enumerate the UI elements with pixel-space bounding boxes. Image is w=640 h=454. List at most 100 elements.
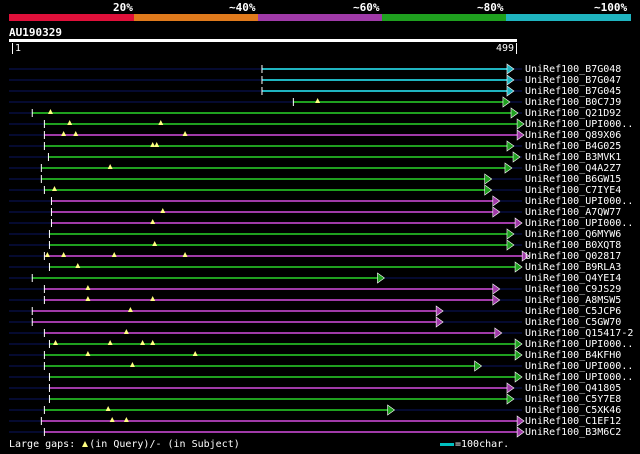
gap-marker — [107, 340, 113, 345]
gap-marker — [107, 164, 113, 169]
gap-marker — [111, 252, 117, 257]
hit-end-arrow — [484, 173, 493, 185]
gap-marker — [127, 307, 133, 312]
gap-legend-suffix: (in Query)/- (in Subject) — [89, 439, 240, 450]
hit-end-arrow — [516, 415, 525, 427]
gap-marker — [150, 296, 156, 301]
hit-end-arrow — [516, 129, 525, 141]
hit-label[interactable]: UniRef100_Q89X06 — [525, 130, 621, 141]
hit-label[interactable]: UniRef100_B9RLA3 — [525, 262, 621, 273]
gap-marker — [140, 340, 146, 345]
gap-marker — [182, 131, 188, 136]
gap-marker — [152, 241, 158, 246]
hit-label[interactable]: UniRef100_UPI000.. — [525, 361, 633, 372]
hit-end-arrow — [492, 294, 501, 306]
hit-label[interactable]: UniRef100_Q4YEI4 — [525, 273, 621, 284]
hit-label[interactable]: UniRef100_UPI000.. — [525, 119, 633, 130]
gap-marker — [150, 142, 156, 147]
hit-label[interactable]: UniRef100_C5GW70 — [525, 317, 621, 328]
gap-marker — [192, 351, 198, 356]
gap-marker — [150, 219, 156, 224]
hit-label[interactable]: UniRef100_B3M6C2 — [525, 427, 621, 438]
hit-label[interactable]: UniRef100_UPI000.. — [525, 372, 633, 383]
gap-marker — [109, 417, 115, 422]
scale-bar-icon — [440, 442, 454, 446]
hit-label[interactable]: UniRef100_C7IYE4 — [525, 185, 621, 196]
hit-end-arrow — [435, 316, 444, 328]
gap-marker — [85, 351, 91, 356]
hit-label[interactable]: UniRef100_A7QW77 — [525, 207, 621, 218]
hit-end-arrow — [387, 404, 396, 416]
hit-end-arrow — [514, 261, 523, 273]
hit-label[interactable]: UniRef100_C5JCP6 — [525, 306, 621, 317]
hit-label[interactable]: UniRef100_C1EF12 — [525, 416, 621, 427]
hit-end-arrow — [504, 162, 513, 174]
gap-marker — [85, 296, 91, 301]
gap-marker — [158, 120, 164, 125]
hit-label[interactable]: UniRef100_B4G025 — [525, 141, 621, 152]
hit-end-arrow — [512, 151, 521, 163]
gap-marker — [129, 362, 135, 367]
gap-marker — [67, 120, 73, 125]
hit-end-arrow — [474, 360, 483, 372]
hit-end-arrow — [484, 184, 493, 196]
gap-triangle-icon — [82, 441, 89, 447]
hit-end-arrow — [506, 74, 515, 86]
scale-label: =100char. — [455, 439, 510, 450]
gap-marker — [123, 329, 129, 334]
hit-end-arrow — [506, 393, 515, 405]
hit-label[interactable]: UniRef100_B0C7J9 — [525, 97, 621, 108]
hit-end-arrow — [514, 371, 523, 383]
hit-end-arrow — [506, 228, 515, 240]
hit-end-arrow — [494, 327, 503, 339]
hit-label[interactable]: UniRef100_UPI000.. — [525, 339, 633, 350]
gap-marker — [61, 131, 67, 136]
hit-label[interactable]: UniRef100_A8MSW5 — [525, 295, 621, 306]
gap-marker — [105, 406, 111, 411]
hit-label[interactable]: UniRef100_B7G047 — [525, 75, 621, 86]
gap-marker — [315, 98, 321, 103]
hit-label[interactable]: UniRef100_B4KFH0 — [525, 350, 621, 361]
hit-label[interactable]: UniRef100_Q02817 — [525, 251, 621, 262]
gap-marker — [154, 142, 160, 147]
hit-label[interactable]: UniRef100_B7G048 — [525, 64, 621, 75]
hit-end-arrow — [514, 349, 523, 361]
hit-label[interactable]: UniRef100_C9JS29 — [525, 284, 621, 295]
hit-end-arrow — [492, 195, 501, 207]
gap-marker — [61, 252, 67, 257]
hit-end-arrow — [514, 217, 523, 229]
hit-label[interactable]: UniRef100_C5Y7E8 — [525, 394, 621, 405]
hit-label[interactable]: UniRef100_C5XK46 — [525, 405, 621, 416]
gap-marker — [160, 208, 166, 213]
hit-label[interactable]: UniRef100_UPI000.. — [525, 196, 633, 207]
hit-label[interactable]: UniRef100_B6GW15 — [525, 174, 621, 185]
hit-label[interactable]: UniRef100_B3MVK1 — [525, 152, 621, 163]
hit-end-arrow — [377, 272, 385, 284]
hit-end-arrow — [492, 283, 501, 295]
hit-label[interactable]: UniRef100_UPI000.. — [525, 218, 633, 229]
gap-marker — [53, 340, 59, 345]
hit-end-arrow — [506, 382, 515, 394]
hit-label[interactable]: UniRef100_B0XQT8 — [525, 240, 621, 251]
gap-marker — [44, 252, 50, 257]
hit-end-arrow — [502, 96, 511, 108]
gap-marker — [52, 186, 58, 191]
hit-end-arrow — [506, 63, 515, 75]
hit-label[interactable]: UniRef100_B7G045 — [525, 86, 621, 97]
hit-label[interactable]: UniRef100_Q15417-2 — [525, 328, 633, 339]
gap-legend-prefix: Large gaps: — [9, 439, 82, 450]
hit-label[interactable]: UniRef100_Q4A2Z7 — [525, 163, 621, 174]
hit-end-arrow — [516, 118, 525, 130]
hit-label[interactable]: UniRef100_Q6MYW6 — [525, 229, 621, 240]
hit-label[interactable]: UniRef100_Q21D92 — [525, 108, 621, 119]
hit-end-arrow — [514, 338, 523, 350]
hit-end-arrow — [506, 85, 515, 97]
hit-label[interactable]: UniRef100_Q41805 — [525, 383, 621, 394]
gap-marker — [85, 285, 91, 290]
gap-marker — [123, 417, 129, 422]
gap-marker — [73, 131, 79, 136]
hit-end-arrow — [510, 107, 519, 119]
gap-marker — [75, 263, 81, 268]
gap-marker — [150, 340, 156, 345]
hit-end-arrow — [435, 305, 444, 317]
